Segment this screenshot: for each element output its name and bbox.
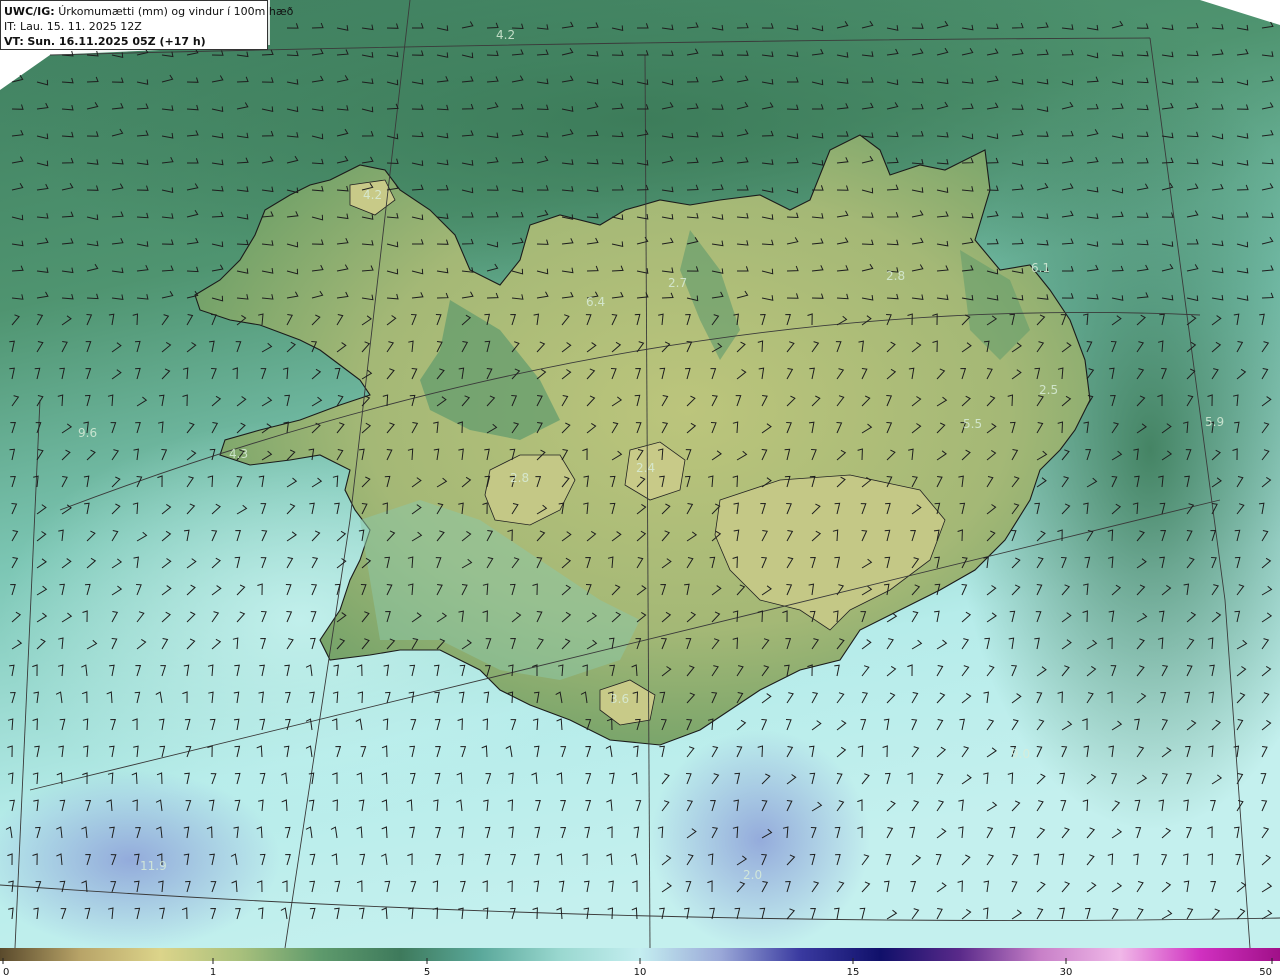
colorbar-tick-label: 10 — [634, 967, 647, 978]
map-value-label: 9.6 — [78, 426, 97, 440]
map-value-label: 5.9 — [1205, 415, 1224, 429]
map-value-label: 2.0 — [743, 868, 762, 882]
map-value-label: 6.4 — [586, 295, 605, 309]
map-value-label: 4.2 — [496, 28, 515, 42]
init-time-value: Lau. 15. 11. 2025 12Z — [19, 20, 142, 33]
model-name: UWC/IG: — [4, 5, 55, 18]
valid-time-label: VT: — [4, 35, 24, 48]
map-value-label: 5.5 — [963, 417, 982, 431]
map-value-label: 11.9 — [140, 859, 167, 873]
valid-time-value: Sun. 16.11.2025 05Z (+17 h) — [27, 35, 206, 48]
map-value-label: 6.1 — [1031, 261, 1050, 275]
colorbar-tick-label: 1 — [210, 967, 216, 978]
map-value-label: 2.7 — [668, 276, 687, 290]
colorbar-tick-label: 0 — [3, 967, 9, 978]
colorbar-tick-label: 15 — [847, 967, 860, 978]
init-time-row: IT: Lau. 15. 11. 2025 12Z — [4, 19, 264, 34]
colorbar-tick-label: 50 — [1259, 967, 1272, 978]
map-title-box: UWC/IG: Úrkomumætti (mm) og vindur í 100… — [0, 0, 293, 50]
map-value-label: 4.2 — [363, 188, 382, 202]
precipitation-wind-map: 4.2 4.2 6.4 2.7 2.8 6.1 9.6 4.3 2.8 2.4 … — [0, 0, 1280, 948]
map-value-label: 2.5 — [1039, 383, 1058, 397]
map-value-label: 2.4 — [636, 461, 655, 475]
map-value-label: 3.6 — [610, 692, 629, 706]
map-title: Úrkomumætti (mm) og vindur í 100m hæð — [58, 5, 294, 18]
colorbar-tick-label: 5 — [424, 967, 430, 978]
map-value-label: 2.8 — [510, 471, 529, 485]
title-row: UWC/IG: Úrkomumætti (mm) og vindur í 100… — [4, 4, 293, 19]
precipitation-colorbar: 0 1 5 10 15 30 50 — [0, 948, 1280, 978]
blue-zone-south — [650, 730, 870, 948]
colorbar-tick-label: 30 — [1060, 967, 1073, 978]
map-value-label: 9.0 — [1011, 747, 1030, 761]
valid-time-row: VT: Sun. 16.11.2025 05Z (+17 h) — [4, 34, 264, 49]
map-value-label: 4.3 — [229, 447, 248, 461]
init-time-label: IT: — [4, 20, 17, 33]
map-value-label: 2.8 — [886, 269, 905, 283]
